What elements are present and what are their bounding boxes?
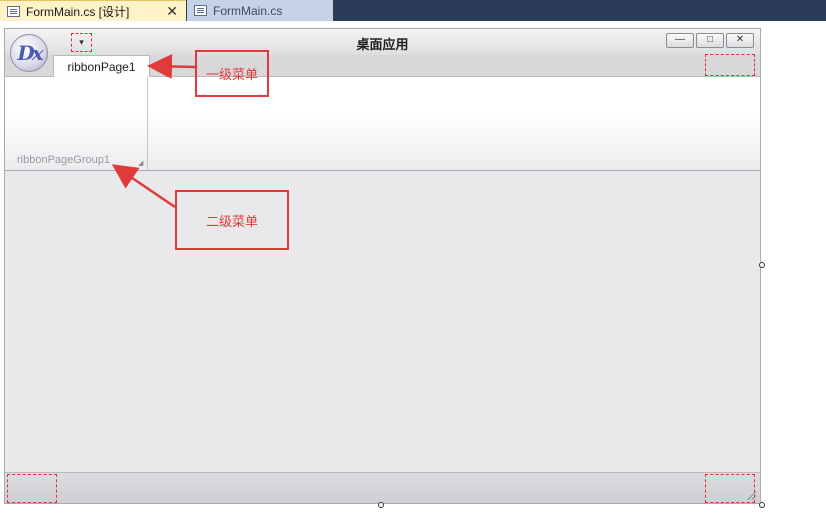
application-button[interactable]: Dx <box>10 34 48 72</box>
window-controls: — □ ✕ <box>666 33 754 48</box>
page-group-caption: ribbonPageGroup1 <box>17 154 110 166</box>
resize-handle-corner[interactable] <box>759 502 765 508</box>
ide-document-tabbar: FormMain.cs [设计] ✕ FormMain.cs <box>0 0 826 21</box>
app-logo: Dx <box>17 41 43 65</box>
group-launcher-icon[interactable]: ◢ <box>138 159 143 167</box>
resize-handle-right[interactable] <box>759 262 765 268</box>
ide-tab-label: FormMain.cs [设计] <box>26 4 130 19</box>
callout-first-level-text: 一级菜单 <box>205 67 258 82</box>
maximize-icon[interactable]: □ <box>696 33 724 48</box>
ribbon-page-content: ribbonPageGroup1 ◢ <box>5 77 760 171</box>
window-close-icon[interactable]: ✕ <box>726 33 754 48</box>
ide-tab-label: FormMain.cs <box>213 3 283 18</box>
document-icon <box>194 5 207 16</box>
dropdown-arrow-icon[interactable]: ▾ <box>71 33 92 52</box>
size-grip-icon[interactable] <box>746 490 756 500</box>
close-icon[interactable]: ✕ <box>166 3 178 19</box>
form-titlebar[interactable]: 桌面应用 ▾ — □ ✕ <box>5 29 760 55</box>
tab-header-right-placeholder[interactable] <box>705 54 755 76</box>
callout-second-level: 二级菜单 <box>175 190 289 250</box>
ide-tab-formmain-code[interactable]: FormMain.cs <box>187 0 333 21</box>
statusbar-left-placeholder[interactable] <box>7 474 57 503</box>
resize-handle-bottom[interactable] <box>378 502 384 508</box>
callout-second-level-text: 二级菜单 <box>205 213 258 229</box>
document-icon <box>7 5 20 17</box>
form-client-area <box>5 172 760 472</box>
ribbon-tab-row: ribbonPage1 <box>5 54 760 78</box>
ribbon-form[interactable]: 桌面应用 ▾ — □ ✕ Dx ribbonPage1 ribbonPageGr… <box>4 28 761 504</box>
ribbon-page-group[interactable]: ribbonPageGroup1 ◢ <box>5 77 148 170</box>
callout-first-level: 一级菜单 <box>195 50 269 97</box>
ide-tab-formmain-design[interactable]: FormMain.cs [设计] ✕ <box>0 0 186 21</box>
form-title: 桌面应用 <box>356 37 409 52</box>
ribbon-statusbar <box>5 472 760 503</box>
tab-ribbonpage1[interactable]: ribbonPage1 <box>53 55 150 78</box>
minimize-icon[interactable]: — <box>666 33 694 48</box>
